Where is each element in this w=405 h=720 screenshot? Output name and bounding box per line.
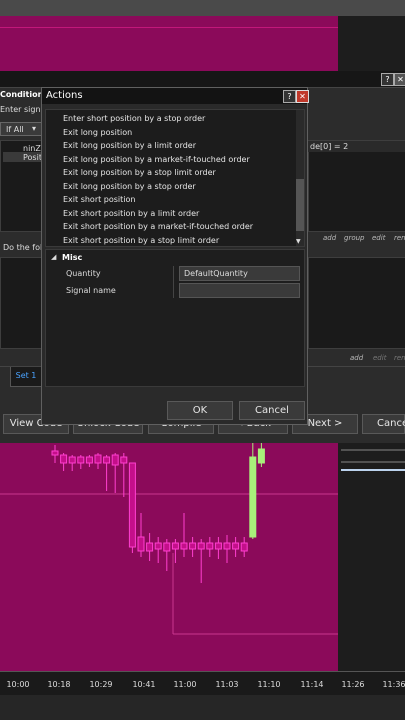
collapse-misc-icon[interactable]: ◢ — [51, 253, 56, 261]
candle-body — [146, 542, 154, 552]
quantity-label: Quantity — [66, 269, 101, 278]
x-tick-label: 11:14 — [300, 680, 324, 689]
x-tick-label: 10:29 — [89, 680, 113, 689]
scrollbar-thumb[interactable] — [296, 179, 304, 231]
candle-body — [128, 462, 136, 548]
actions-list-right[interactable] — [308, 257, 405, 349]
candle-body — [171, 542, 179, 550]
candle-body — [111, 454, 119, 466]
chart-top-right-margin — [338, 16, 405, 71]
add-condition-link[interactable]: add — [323, 234, 336, 242]
x-tick-label: 11:00 — [173, 680, 197, 689]
x-tick-label: 10:18 — [47, 680, 71, 689]
chart-bottom-strip — [0, 695, 405, 720]
candle-body — [77, 456, 85, 464]
action-list-item[interactable]: Exit long position by a market-if-touche… — [63, 155, 250, 164]
candle-body — [103, 456, 111, 464]
misc-category-label: Misc — [62, 253, 83, 262]
candle-body — [240, 542, 248, 552]
candle-body — [68, 456, 76, 464]
dialog-close-icon[interactable]: ✕ — [296, 90, 309, 103]
if-all-select[interactable]: If All ▾ — [0, 122, 42, 136]
quantity-field[interactable]: DefaultQuantity — [179, 266, 300, 281]
x-tick-label: 11:26 — [341, 680, 365, 689]
tab-conditions[interactable]: Conditions — [0, 90, 48, 99]
chart-top-price-line — [0, 27, 338, 28]
x-tick-label: 11:10 — [257, 680, 281, 689]
action-list-item[interactable]: Exit long position by a stop limit order — [63, 168, 216, 177]
action-list-item[interactable]: Exit short position by a stop limit orde… — [63, 236, 219, 245]
candle-body — [214, 542, 222, 550]
actions-dialog-title: Actions — [46, 90, 83, 101]
x-tick-label: 10:00 — [6, 680, 30, 689]
do-following-label: Do the foll — [3, 243, 45, 252]
remove-condition-link[interactable]: rem — [394, 234, 405, 242]
candle-body — [154, 542, 162, 550]
action-list-item[interactable]: Exit long position by a stop order — [63, 182, 196, 191]
candle-body — [223, 542, 231, 550]
property-grid-divider — [173, 266, 174, 298]
help-icon[interactable]: ? — [381, 73, 394, 86]
if-all-value: If All — [6, 125, 24, 134]
action-list-item[interactable]: Enter short position by a stop order — [63, 114, 205, 123]
candle-body — [232, 542, 240, 550]
candle-body — [206, 542, 214, 550]
tab-set-1[interactable]: Set 1 — [10, 367, 42, 387]
candles-group — [51, 443, 265, 583]
condition-row-position[interactable]: Posit — [23, 153, 42, 162]
candle-body — [180, 542, 188, 550]
close-icon[interactable]: ✕ — [394, 73, 405, 86]
chart-top-panel — [0, 16, 338, 71]
wizard-title-bar — [0, 71, 405, 88]
chart-top-toolbar — [0, 0, 405, 16]
x-tick-label: 11:03 — [215, 680, 239, 689]
action-list-item[interactable]: Exit short position by a market-if-touch… — [63, 222, 253, 231]
candle-body — [120, 456, 128, 464]
cancel-button[interactable]: Cancel — [239, 401, 305, 420]
signal-name-label: Signal name — [66, 286, 116, 295]
action-list-item[interactable]: Exit short position — [63, 195, 135, 204]
actions-list-left[interactable] — [0, 257, 44, 349]
group-condition-link[interactable]: group — [344, 234, 364, 242]
dialog-help-icon[interactable]: ? — [283, 90, 296, 103]
candle-body — [94, 454, 102, 464]
action-list-item[interactable]: Exit long position — [63, 128, 132, 137]
candle-body — [197, 542, 205, 550]
action-list-item[interactable]: Exit short position by a limit order — [63, 209, 199, 218]
candle-body — [249, 456, 257, 538]
x-tick-label: 11:36 — [382, 680, 405, 689]
candle-body — [257, 448, 265, 464]
condition-expression: de[0] = 2 — [310, 142, 349, 151]
candle-body — [137, 536, 145, 552]
remove-action-link[interactable]: rem — [394, 354, 405, 362]
candle-body — [189, 542, 197, 550]
candle-body — [60, 454, 68, 464]
candle-body — [51, 450, 59, 456]
scroll-down-icon[interactable]: ▼ — [296, 238, 301, 245]
action-list-item[interactable]: Exit long position by a limit order — [63, 141, 196, 150]
x-tick-label: 10:41 — [132, 680, 156, 689]
edit-action-link[interactable]: edit — [373, 354, 386, 362]
chevron-down-icon: ▾ — [32, 124, 37, 133]
condition-detail-panel — [308, 140, 405, 232]
ok-button[interactable]: OK — [167, 401, 233, 420]
add-action-link[interactable]: add — [350, 354, 363, 362]
cancel-wizard-button[interactable]: Cance — [362, 414, 405, 434]
candle-body — [85, 456, 93, 464]
candle-body — [163, 542, 171, 552]
signal-name-field[interactable] — [179, 283, 300, 298]
price-chart-svg — [0, 443, 405, 635]
edit-condition-link[interactable]: edit — [372, 234, 385, 242]
